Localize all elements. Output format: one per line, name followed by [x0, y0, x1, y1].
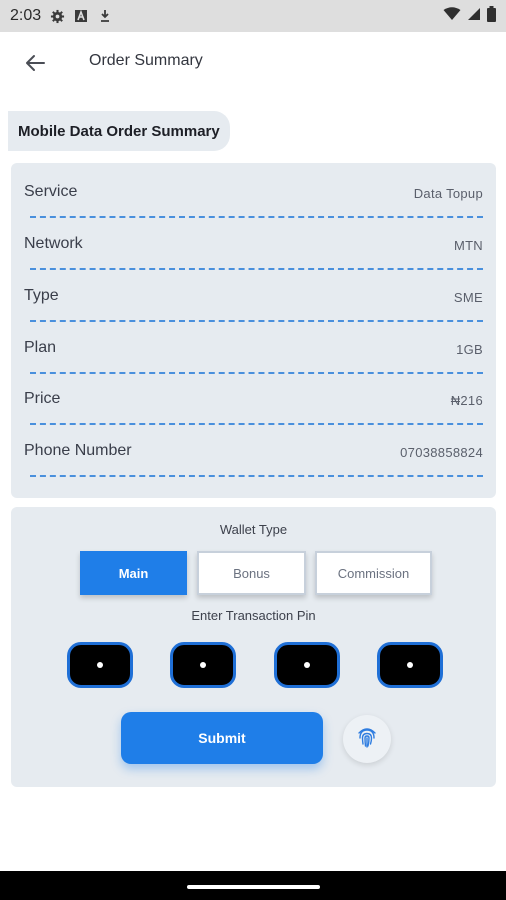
dashed-divider: [30, 372, 483, 374]
row-value: MTN: [453, 238, 483, 253]
row-value: Data Topup: [413, 186, 483, 201]
submit-button[interactable]: Submit: [121, 712, 323, 764]
row-value: SME: [453, 290, 483, 305]
summary-row-price: Price ₦216: [24, 378, 483, 430]
row-label: Type: [24, 287, 59, 304]
payment-card: Wallet Type Main Bonus Commission Enter …: [11, 507, 496, 787]
dashed-divider: [30, 423, 483, 425]
pin-digit-field[interactable]: [67, 642, 133, 688]
wallet-type-label: Wallet Type: [219, 522, 288, 537]
dashed-divider: [30, 216, 483, 218]
dashed-divider: [30, 320, 483, 322]
pin-dot: [97, 662, 103, 668]
row-label: Network: [24, 235, 83, 252]
home-handle[interactable]: [187, 885, 320, 889]
arrow-left-icon: [23, 51, 47, 80]
summary-row-type: Type SME: [24, 275, 483, 327]
signal-icon: [467, 7, 481, 26]
a-badge-icon: [73, 8, 89, 24]
wallet-option-bonus[interactable]: Bonus: [197, 551, 306, 595]
row-value: 07038858824: [400, 445, 483, 460]
fingerprint-icon: [354, 724, 380, 755]
summary-row-phone-number: Phone Number 07038858824: [24, 430, 483, 482]
download-icon: [97, 8, 113, 24]
order-summary-card: Service Data Topup Network MTN Type SME …: [11, 163, 496, 498]
back-button[interactable]: [20, 50, 50, 80]
system-nav-bar: [0, 871, 506, 900]
app-bar: Order Summary: [0, 32, 506, 96]
status-bar: 2:03: [0, 0, 506, 32]
pin-digit-field[interactable]: [377, 642, 443, 688]
pin-digit-field[interactable]: [170, 642, 236, 688]
fingerprint-button[interactable]: [343, 715, 391, 763]
status-time: 2:03: [10, 7, 42, 24]
dashed-divider: [30, 268, 483, 270]
row-label: Phone Number: [24, 442, 132, 459]
summary-row-network: Network MTN: [24, 223, 483, 275]
summary-row-service: Service Data Topup: [24, 171, 483, 223]
row-value: ₦216: [450, 393, 483, 408]
dashed-divider: [30, 475, 483, 477]
transaction-pin-label: Enter Transaction Pin: [191, 608, 316, 623]
wifi-icon: [443, 6, 461, 26]
pin-dot: [304, 662, 310, 668]
pin-dot: [407, 662, 413, 668]
gear-icon: [49, 8, 65, 24]
row-label: Service: [24, 183, 78, 200]
wallet-option-main[interactable]: Main: [80, 551, 187, 595]
summary-row-plan: Plan 1GB: [24, 327, 483, 379]
row-label: Price: [24, 390, 61, 407]
row-label: Plan: [24, 339, 57, 356]
page-title: Order Summary: [89, 52, 203, 69]
pin-digit-field[interactable]: [274, 642, 340, 688]
pin-dot: [200, 662, 206, 668]
section-title: Mobile Data Order Summary: [8, 111, 230, 151]
status-right-icons: [443, 0, 496, 32]
wallet-option-commission[interactable]: Commission: [315, 551, 432, 595]
battery-icon: [487, 5, 496, 27]
row-value: 1GB: [456, 342, 483, 357]
